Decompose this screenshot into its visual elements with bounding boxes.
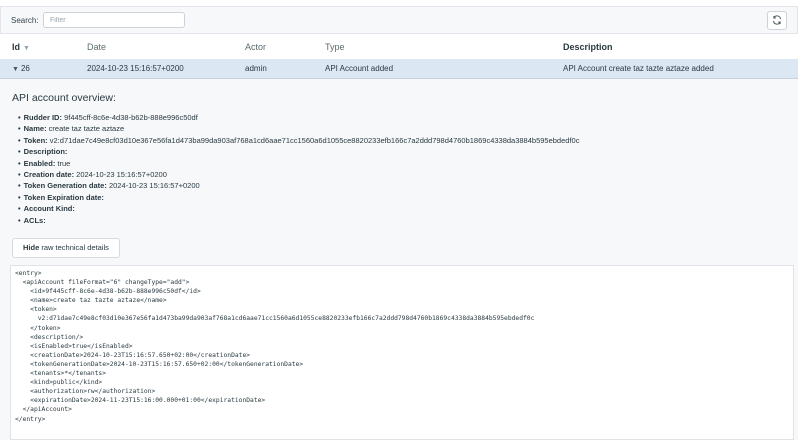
row-date: 2024-10-23 15:16:57+0200 bbox=[87, 64, 184, 73]
raw-xml-content: <entry> <apiAccount fileFormat="6" chang… bbox=[15, 270, 535, 423]
column-header-date[interactable]: Date bbox=[87, 42, 106, 52]
row-actor: admin bbox=[245, 64, 267, 73]
table-row[interactable]: ▼ 26 2024-10-23 15:16:57+0200 admin API A… bbox=[0, 59, 798, 79]
attr-account-kind: Account Kind: bbox=[18, 203, 579, 214]
column-header-actor[interactable]: Actor bbox=[245, 42, 266, 52]
row-id-cell: ▼ 26 bbox=[12, 64, 30, 73]
row-id: 26 bbox=[20, 64, 30, 73]
attr-label: Description: bbox=[23, 147, 68, 157]
attr-token: Token: v2:d71dae7c49e8cf03d10e367e56fa1d… bbox=[18, 135, 580, 146]
column-header-id[interactable]: Id ▼ bbox=[12, 42, 30, 52]
event-details-panel: API account overview: Rudder ID: 9f445cf… bbox=[0, 79, 798, 440]
attr-label: Name: bbox=[23, 124, 47, 134]
attr-label: Creation date: bbox=[23, 170, 75, 180]
attr-value: 9f445cff-8c6e-4d38-b62b-888e996c50df bbox=[64, 113, 198, 122]
refresh-button[interactable] bbox=[767, 11, 787, 30]
attr-label: Rudder ID: bbox=[23, 113, 62, 122]
attr-label: Token Expiration date: bbox=[23, 192, 104, 202]
attr-label: Token: bbox=[23, 135, 48, 145]
attr-creation-date: Creation date: 2024-10-23 15:16:57+0200 bbox=[18, 169, 579, 180]
raw-button-bold-label: Hide bbox=[23, 243, 40, 252]
raw-button-label: raw technical details bbox=[39, 243, 109, 252]
attr-token-generation-date: Token Generation date: 2024-10-23 15:16:… bbox=[18, 180, 579, 191]
attr-label: Account Kind: bbox=[23, 204, 75, 214]
attr-token-expiration-date: Token Expiration date: bbox=[18, 192, 579, 203]
raw-xml-box[interactable]: <entry> <apiAccount fileFormat="6" chang… bbox=[10, 265, 794, 440]
row-type: API Account added bbox=[325, 64, 394, 73]
attr-value: create taz tazte aztaze bbox=[48, 124, 125, 134]
refresh-icon bbox=[772, 14, 782, 27]
attr-value: true bbox=[57, 158, 71, 168]
row-description: API Account create taz tazte aztaze adde… bbox=[563, 64, 714, 73]
attr-value: 2024-10-23 15:16:57+0200 bbox=[76, 170, 167, 180]
attr-label: ACLs: bbox=[23, 215, 46, 225]
toggle-raw-details-button[interactable]: Hide raw technical details bbox=[12, 238, 120, 258]
attr-acls: ACLs: bbox=[18, 215, 579, 226]
event-log-page: Search: Id▼ Date Actor Type Description … bbox=[0, 0, 800, 440]
attr-label: Token Generation date: bbox=[23, 181, 107, 191]
search-label: Search: bbox=[11, 16, 39, 25]
expanded-caret-icon: ▼ bbox=[12, 66, 19, 73]
attr-name: Name: create taz tazte aztaze bbox=[18, 123, 579, 134]
search-toolbar: Search: bbox=[0, 6, 798, 34]
overview-title: API account overview: bbox=[12, 92, 116, 104]
column-header-description[interactable]: Description bbox=[563, 42, 613, 52]
table-header: Id ▼ Date Actor Type Description bbox=[0, 34, 798, 60]
search-input[interactable] bbox=[43, 12, 185, 28]
column-header-type[interactable]: Type bbox=[325, 42, 345, 52]
attr-label: Enabled: bbox=[23, 158, 56, 168]
sort-desc-icon: ▼ bbox=[23, 45, 30, 52]
attr-description: Description: bbox=[18, 146, 579, 157]
attr-enabled: Enabled: true bbox=[18, 158, 579, 169]
attr-value: 2024-10-23 15:16:57+0200 bbox=[108, 181, 200, 191]
attr-rudder-id: Rudder ID: 9f445cff-8c6e-4d38-b62b-888e9… bbox=[18, 112, 579, 123]
column-header-id-label: Id bbox=[12, 42, 20, 52]
attr-value: v2:d71dae7c49e8cf03d10e367e56fa1d473ba99… bbox=[49, 135, 580, 145]
attribute-list: Rudder ID: 9f445cff-8c6e-4d38-b62b-888e9… bbox=[18, 112, 580, 226]
